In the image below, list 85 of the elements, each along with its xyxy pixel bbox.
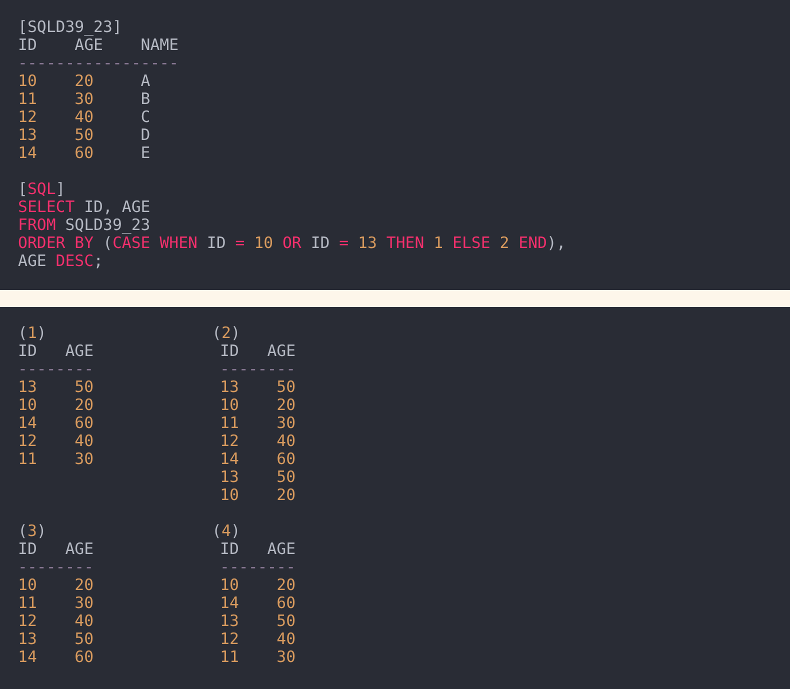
table-cell-text: 12: [18, 612, 38, 630]
column-header: ID: [18, 540, 38, 558]
column-header: AGE: [267, 342, 296, 360]
table-cell-text: 12: [18, 432, 38, 450]
table-cell-text: 20: [276, 486, 296, 504]
column-header: AGE: [74, 36, 103, 54]
table-cell-text: B: [140, 90, 152, 108]
dashed-separator: --------: [220, 558, 296, 576]
column-header: ID: [18, 36, 37, 54]
table-title: [SQLD39_23]: [18, 18, 123, 36]
table-cell-text: 40: [276, 630, 296, 648]
code-line: AGE DESC;: [18, 252, 104, 270]
table-cell-text: 40: [74, 432, 94, 450]
table-cell-text: 10: [220, 576, 240, 594]
code-line: FROM SQLD39_23: [18, 216, 152, 234]
table-cell-text: 10: [18, 396, 38, 414]
table-cell-text: 14: [18, 144, 38, 162]
dashed-separator: --------: [18, 558, 94, 576]
table-cell-text: 14: [18, 648, 38, 666]
dashed-separator: --------: [220, 360, 296, 378]
table-cell-text: 11: [220, 414, 240, 432]
table-cell-text: A: [140, 72, 152, 90]
table-cell-text: 13: [220, 378, 240, 396]
table-cell-text: 13: [220, 612, 240, 630]
table-cell-text: 30: [276, 648, 296, 666]
option-label: (4): [212, 522, 242, 540]
dashed-separator: -----------------: [18, 54, 179, 72]
code-line: SELECT ID, AGE: [18, 198, 152, 216]
option-label: (3): [18, 522, 48, 540]
table-cell-text: 30: [74, 90, 95, 108]
column-header: ID: [18, 342, 38, 360]
table-cell-text: 14: [220, 594, 240, 612]
table-cell-text: 11: [18, 450, 38, 468]
table-cell-text: 50: [276, 612, 296, 630]
table-cell-text: 60: [74, 648, 94, 666]
table-cell-text: D: [140, 126, 152, 144]
table-cell-text: 60: [74, 414, 94, 432]
table-cell-text: 11: [18, 594, 38, 612]
table-cell-text: 50: [74, 378, 94, 396]
table-cell-text: 60: [276, 450, 296, 468]
table-cell-text: 20: [276, 396, 296, 414]
table-cell-text: 60: [74, 144, 95, 162]
table-cell-text: 14: [220, 450, 240, 468]
table-cell-text: 10: [18, 72, 38, 90]
column-header: AGE: [65, 540, 94, 558]
section-label: [SQL]: [18, 180, 66, 198]
table-cell-text: 40: [74, 108, 95, 126]
table-cell-text: 11: [18, 90, 38, 108]
column-header: NAME: [140, 36, 179, 54]
table-cell-text: E: [140, 144, 152, 162]
table-cell-text: 12: [220, 630, 240, 648]
column-header: AGE: [267, 540, 296, 558]
table-cell-text: 50: [276, 378, 296, 396]
column-header: ID: [220, 540, 240, 558]
table-cell-text: 11: [220, 648, 240, 666]
table-cell-text: 20: [276, 576, 296, 594]
table-cell-text: 13: [18, 378, 38, 396]
table-cell-text: 13: [220, 468, 240, 486]
table-cell-text: 20: [74, 72, 95, 90]
table-cell-text: 13: [18, 126, 38, 144]
table-cell-text: 40: [276, 432, 296, 450]
code-line: ORDER BY (CASE WHEN ID = 10 OR ID = 13 THEN 1 ELSE 2 END),: [18, 234, 567, 252]
column-header: AGE: [65, 342, 94, 360]
table-cell-text: 12: [220, 432, 240, 450]
table-cell-text: 10: [18, 576, 38, 594]
table-cell-text: 60: [276, 594, 296, 612]
table-cell-text: 10: [220, 486, 240, 504]
column-header: ID: [220, 342, 240, 360]
table-cell-text: 40: [74, 612, 94, 630]
table-cell-text: C: [140, 108, 152, 126]
table-cell-text: 50: [74, 126, 95, 144]
table-cell-text: 12: [18, 108, 38, 126]
option-label: (1): [18, 324, 48, 342]
table-cell-text: 10: [220, 396, 240, 414]
table-cell-text: 30: [74, 450, 94, 468]
table-cell-text: 14: [18, 414, 38, 432]
table-cell-text: 50: [74, 630, 94, 648]
table-cell-text: 13: [18, 630, 38, 648]
dashed-separator: --------: [18, 360, 94, 378]
table-cell-text: 20: [74, 576, 94, 594]
table-cell-text: 30: [74, 594, 94, 612]
table-cell-text: 20: [74, 396, 94, 414]
option-label: (2): [212, 324, 242, 342]
table-cell-text: 50: [276, 468, 296, 486]
table-cell-text: 30: [276, 414, 296, 432]
